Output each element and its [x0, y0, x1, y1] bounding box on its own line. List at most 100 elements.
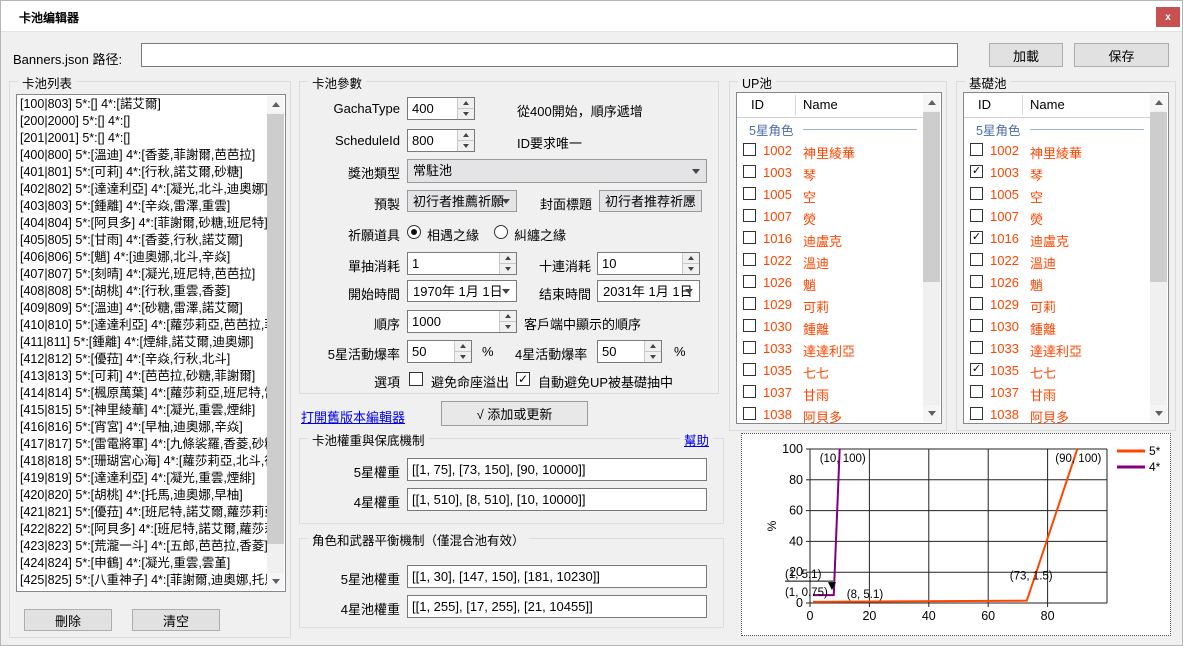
table-row[interactable]: 1037 甘雨	[737, 381, 923, 403]
table-row[interactable]: 1026 魈	[964, 271, 1150, 293]
clear-button[interactable]: 清空	[132, 609, 220, 631]
table-row[interactable]: 1038 阿貝多	[964, 403, 1150, 424]
scroll-thumb[interactable]	[1150, 112, 1167, 282]
preset-select[interactable]: 初行者推薦祈願	[407, 190, 517, 212]
pool-list-item[interactable]: [403|803] 5*:[鍾離] 4*:[辛焱,雷澤,重雲]	[17, 198, 267, 215]
pool-list-item[interactable]: [408|808] 5*:[胡桃] 4*:[行秋,重雲,香菱]	[17, 283, 267, 300]
pool-list-item[interactable]: [412|812] 5*:[優菈] 4*:[辛焱,行秋,北斗]	[17, 351, 267, 368]
row-checkbox[interactable]: ✓	[970, 231, 983, 244]
pool-list-item[interactable]: [402|802] 5*:[達達利亞] 4*:[凝光,北斗,迪奧娜]	[17, 181, 267, 198]
scroll-down-icon[interactable]	[1150, 405, 1167, 422]
step-down-icon[interactable]	[455, 352, 471, 362]
row-checkbox[interactable]	[743, 297, 756, 310]
pool-list-scrollbar[interactable]	[267, 96, 284, 590]
table-row[interactable]: ✓ 1016 迪盧克	[964, 227, 1150, 249]
row-checkbox[interactable]	[743, 209, 756, 222]
pool-list-item[interactable]: [413|813] 5*:[可莉] 4*:[芭芭拉,砂糖,菲謝爾]	[17, 368, 267, 385]
pool-list-item[interactable]: [417|817] 5*:[雷電將軍] 4*:[九條裟羅,香菱,砂糖]	[17, 436, 267, 453]
pool-list-item[interactable]: [401|801] 5*:[可莉] 4*:[行秋,諾艾爾,砂糖]	[17, 164, 267, 181]
load-button[interactable]: 加載	[989, 43, 1063, 67]
pool-type-select[interactable]: 常駐池	[407, 159, 707, 183]
rate5-stepper[interactable]: 50	[407, 340, 472, 363]
single-cost-stepper[interactable]: 1	[407, 252, 517, 275]
w5-input[interactable]: [[1, 75], [73, 150], [90, 10000]]	[407, 458, 707, 481]
opt-auto-checkbox[interactable]: ✓	[516, 372, 530, 386]
step-up-icon[interactable]	[458, 98, 474, 109]
up-pool-scrollbar[interactable]	[923, 94, 940, 422]
table-row[interactable]: 1033 達達利亞	[737, 337, 923, 359]
table-row[interactable]: 1003 琴	[737, 161, 923, 183]
ten-cost-stepper[interactable]: 10	[597, 252, 700, 275]
pool-list-item[interactable]: [416|816] 5*:[宵宮] 4*:[早柚,迪奧娜,辛焱]	[17, 419, 267, 436]
pool-list-item[interactable]: [410|810] 5*:[達達利亞] 4*:[蘿莎莉亞,芭芭拉,菲謝爾]	[17, 317, 267, 334]
row-checkbox[interactable]	[970, 143, 983, 156]
pool-list-item[interactable]: [409|809] 5*:[溫迪] 4*:[砂糖,雷澤,諾艾爾]	[17, 300, 267, 317]
row-checkbox[interactable]	[970, 385, 983, 398]
row-checkbox[interactable]	[743, 341, 756, 354]
scroll-thumb[interactable]	[923, 112, 940, 282]
pool-list-item[interactable]: [425|825] 5*:[八重神子] 4*:[菲謝爾,迪奧娜,托馬]	[17, 572, 267, 589]
row-checkbox[interactable]	[743, 253, 756, 266]
close-icon[interactable]: x	[1156, 7, 1180, 27]
table-row[interactable]: 1022 溫迪	[737, 249, 923, 271]
pool-list-item[interactable]: [200|2000] 5*:[] 4*:[]	[17, 113, 267, 130]
step-up-icon[interactable]	[500, 311, 516, 322]
radio-encounter[interactable]	[407, 225, 421, 239]
row-checkbox[interactable]	[970, 253, 983, 266]
base-pool-scrollbar[interactable]	[1150, 94, 1167, 422]
start-time-picker[interactable]: 1970年 1月 1日	[407, 280, 517, 302]
row-checkbox[interactable]: ✓	[970, 165, 983, 178]
row-checkbox[interactable]	[970, 319, 983, 332]
table-row[interactable]: 1007 熒	[964, 205, 1150, 227]
table-row[interactable]: 1026 魈	[737, 271, 923, 293]
pool-list-item[interactable]: [422|822] 5*:[阿貝多] 4*:[班尼特,諾艾爾,蘿莎莉亞]	[17, 521, 267, 538]
step-down-icon[interactable]	[500, 322, 516, 332]
pool-list-item[interactable]: [420|820] 5*:[胡桃] 4*:[托馬,迪奧娜,早柚]	[17, 487, 267, 504]
step-down-icon[interactable]	[683, 264, 699, 274]
w4-input[interactable]: [[1, 510], [8, 510], [10, 10000]]	[407, 488, 707, 511]
table-row[interactable]: ✓ 1035 七七	[964, 359, 1150, 381]
step-down-icon[interactable]	[458, 109, 474, 119]
pool-list-item[interactable]: [424|824] 5*:[申鶴] 4*:[凝光,重雲,雲堇]	[17, 555, 267, 572]
pool-list-item[interactable]: [201|2001] 5*:[] 4*:[]	[17, 130, 267, 147]
pool-list-item[interactable]: [404|804] 5*:[阿貝多] 4*:[菲謝爾,砂糖,班尼特]	[17, 215, 267, 232]
row-checkbox[interactable]	[970, 407, 983, 420]
step-up-icon[interactable]	[500, 253, 516, 264]
table-row[interactable]: 1005 空	[737, 183, 923, 205]
table-row[interactable]: 1030 鍾離	[737, 315, 923, 337]
row-checkbox[interactable]	[970, 297, 983, 310]
pool-list-item[interactable]: [407|807] 5*:[刻晴] 4*:[凝光,班尼特,芭芭拉]	[17, 266, 267, 283]
row-checkbox[interactable]	[743, 319, 756, 332]
row-checkbox[interactable]	[743, 275, 756, 288]
pool-list-item[interactable]: [414|814] 5*:[楓原萬葉] 4*:[蘿莎莉亞,班尼特,雷澤]	[17, 385, 267, 402]
pool-list-item[interactable]: [421|821] 5*:[優菈] 4*:[班尼特,諾艾爾,蘿莎莉亞]	[17, 504, 267, 521]
scroll-up-icon[interactable]	[923, 94, 940, 111]
row-checkbox[interactable]: ✓	[970, 363, 983, 376]
step-up-icon[interactable]	[645, 341, 661, 352]
table-row[interactable]: ✓ 1003 琴	[964, 161, 1150, 183]
schedule-id-stepper[interactable]: 800	[407, 129, 475, 152]
step-down-icon[interactable]	[645, 352, 661, 362]
table-row[interactable]: 1029 可莉	[737, 293, 923, 315]
rate4-stepper[interactable]: 50	[597, 340, 662, 363]
table-row[interactable]: 1022 溫迪	[964, 249, 1150, 271]
add-or-update-button[interactable]: √ 添加或更新	[441, 401, 588, 426]
table-row[interactable]: 1016 迪盧克	[737, 227, 923, 249]
pool-list-item[interactable]: [415|815] 5*:[神里綾華] 4*:[凝光,重雲,煙緋]	[17, 402, 267, 419]
table-row[interactable]: 1038 阿貝多	[737, 403, 923, 424]
scroll-up-icon[interactable]	[1150, 94, 1167, 111]
row-checkbox[interactable]	[743, 407, 756, 420]
pool-list-item[interactable]: [418|818] 5*:[珊瑚宮心海] 4*:[蘿莎莉亞,北斗,行秋]	[17, 453, 267, 470]
path-input[interactable]	[141, 43, 958, 67]
save-button[interactable]: 保存	[1074, 43, 1169, 67]
table-row[interactable]: 1030 鍾離	[964, 315, 1150, 337]
pool-list-item[interactable]: [406|806] 5*:[魈] 4*:[迪奧娜,北斗,辛焱]	[17, 249, 267, 266]
row-checkbox[interactable]	[743, 165, 756, 178]
pool-listbox[interactable]: [100|803] 5*:[] 4*:[諾艾爾][200|2000] 5*:[]…	[16, 94, 286, 592]
table-row[interactable]: 1033 達達利亞	[964, 337, 1150, 359]
table-row[interactable]: 1007 熒	[737, 205, 923, 227]
row-checkbox[interactable]	[743, 143, 756, 156]
pool-list-item[interactable]: [423|823] 5*:[荒瀧一斗] 4*:[五郎,芭芭拉,香菱]	[17, 538, 267, 555]
p4-input[interactable]: [[1, 255], [17, 255], [21, 10455]]	[407, 595, 707, 618]
table-row[interactable]: 1005 空	[964, 183, 1150, 205]
